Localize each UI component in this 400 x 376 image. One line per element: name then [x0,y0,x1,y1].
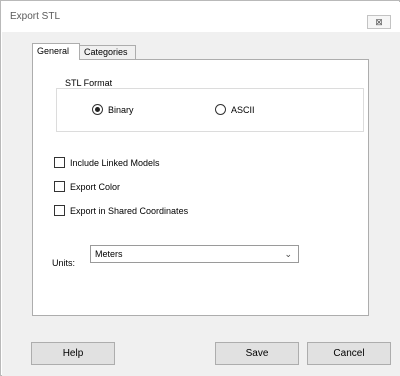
title-bar: Export STL ⊠ [2,2,400,32]
help-button[interactable]: Help [31,342,115,365]
close-button[interactable]: ⊠ [367,15,391,29]
ascii-radio[interactable]: ASCII [215,104,255,115]
tab-categories[interactable]: Categories [79,45,136,59]
chevron-down-icon: ⌄ [284,249,292,259]
ascii-label: ASCII [231,104,255,115]
cancel-button[interactable]: Cancel [307,342,391,365]
radio-unselected-icon [215,104,226,115]
units-label: Units: [52,258,76,268]
checkbox-icon [54,181,65,192]
export-color-label: Export Color [70,181,121,192]
export-stl-dialog: Export STL ⊠ General Categories STL Form… [0,0,400,376]
binary-radio[interactable]: Binary [92,104,134,115]
checkbox-icon [54,157,65,168]
binary-label: Binary [108,104,134,115]
export-shared-coordinates-checkbox[interactable]: Export in Shared Coordinates [54,205,188,216]
checkbox-icon [54,205,65,216]
tab-general[interactable]: General [32,43,80,60]
export-color-checkbox[interactable]: Export Color [54,181,120,192]
stl-format-legend: STL Format [63,78,115,88]
radio-selected-icon [92,104,103,115]
include-linked-models-checkbox[interactable]: Include Linked Models [54,157,160,168]
export-shared-coordinates-label: Export in Shared Coordinates [70,205,189,216]
units-dropdown[interactable]: Meters ⌄ [90,245,299,263]
include-linked-models-label: Include Linked Models [70,157,160,168]
window-title: Export STL [10,11,61,22]
units-selected-value: Meters [95,249,123,259]
save-button[interactable]: Save [215,342,299,365]
